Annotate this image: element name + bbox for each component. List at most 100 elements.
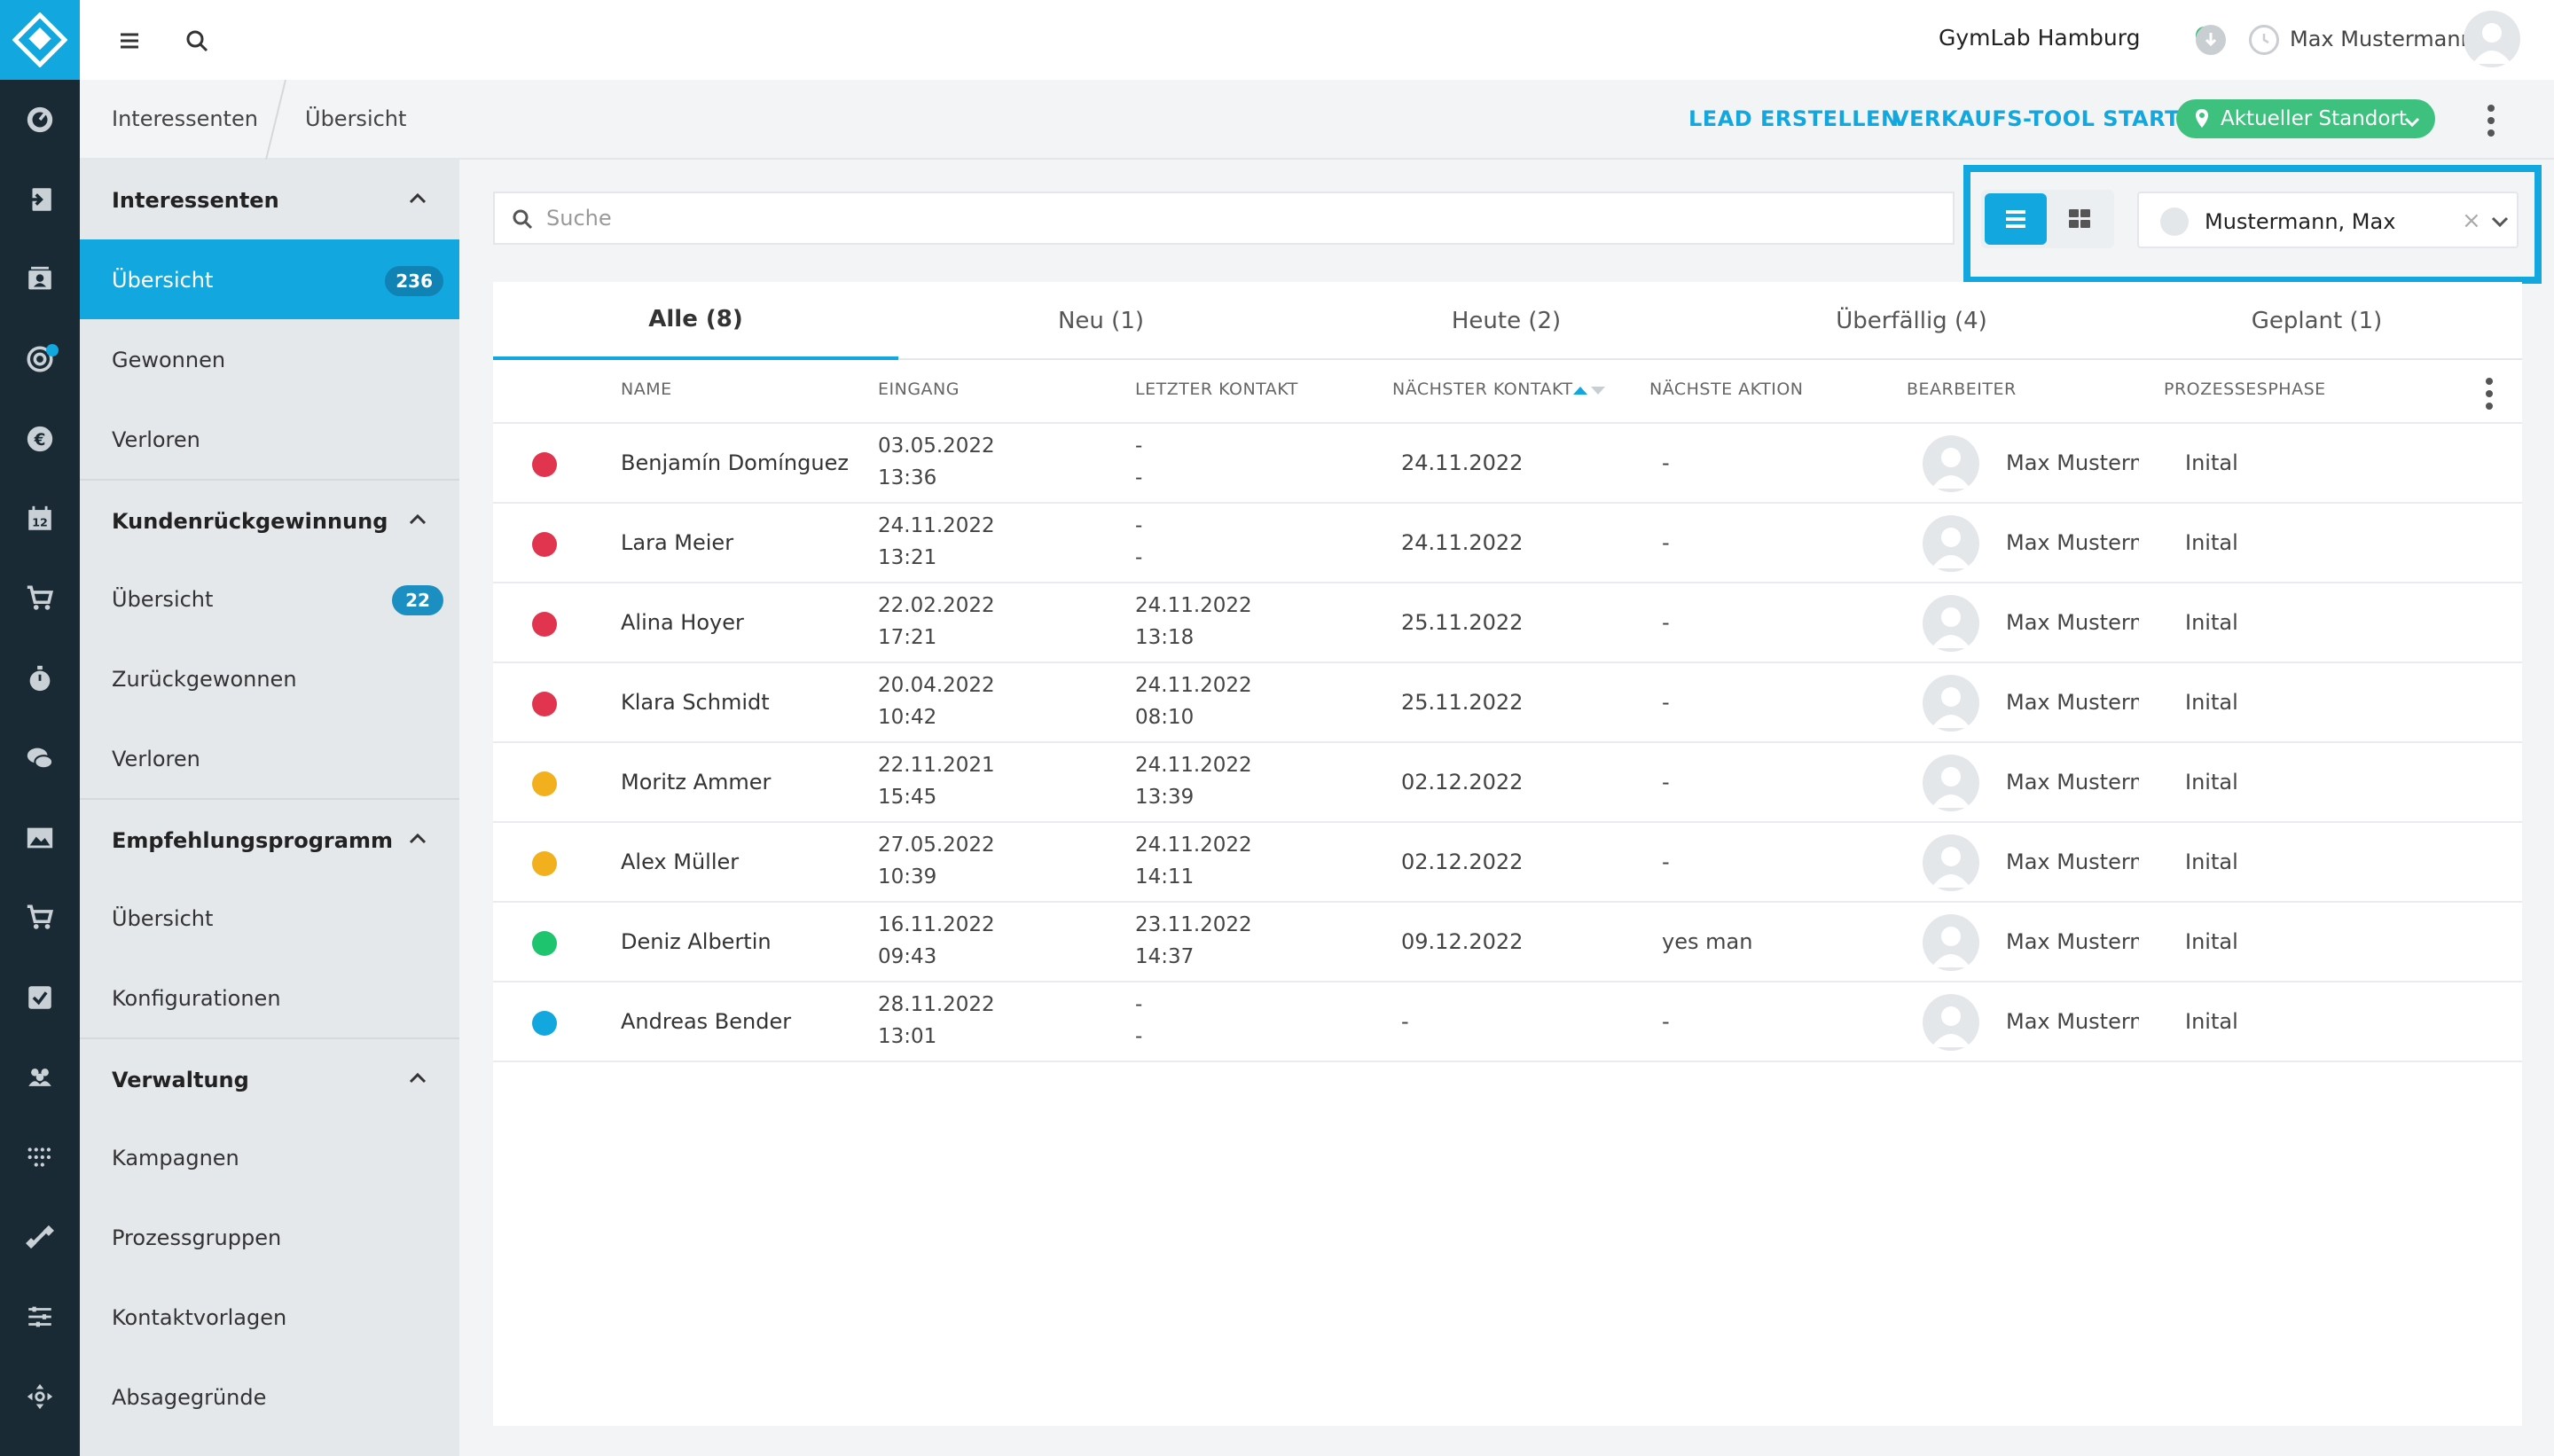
letzter-kontakt-time: 13:39	[1135, 786, 1195, 809]
assignee-avatar	[1923, 675, 1979, 732]
sliders-icon[interactable]	[0, 1277, 80, 1357]
calendar-icon[interactable]: 12	[0, 479, 80, 559]
column-header-eingang[interactable]: EINGANG	[878, 380, 960, 399]
sidebar-item-rueckgewinnung-verloren[interactable]: Verloren	[80, 718, 459, 798]
lead-name[interactable]: Benjamín Domínguez	[621, 450, 849, 475]
table-row[interactable]: Alina Hoyer 22.02.2022 17:21 24.11.2022 13:1…	[493, 583, 2522, 663]
clear-filter-icon[interactable]: ×	[2462, 207, 2481, 234]
clock-icon[interactable]	[2249, 25, 2279, 55]
download-icon[interactable]	[2196, 25, 2226, 55]
naechste-aktion: -	[1662, 849, 1670, 874]
timer-icon[interactable]	[0, 638, 80, 718]
naechste-aktion: -	[1662, 610, 1670, 635]
page-more-icon[interactable]	[2487, 105, 2495, 140]
members-icon[interactable]	[0, 1037, 80, 1117]
chat-icon[interactable]	[0, 718, 80, 798]
image-icon[interactable]	[0, 798, 80, 878]
sidebar-item-zurueckgewonnen[interactable]: Zurückgewonnen	[80, 638, 459, 718]
leads-table-card: Alle (8) Neu (1) Heute (2) Überfällig (4…	[493, 282, 2522, 1426]
letzter-kontakt-date: -	[1135, 514, 1143, 537]
lead-name[interactable]: Deniz Albertin	[621, 929, 772, 954]
lead-name[interactable]: Lara Meier	[621, 530, 733, 555]
start-sales-tool-button[interactable]: VERKAUFS-TOOL STARTEN	[1892, 106, 2213, 131]
lead-name[interactable]: Andreas Bender	[621, 1009, 791, 1034]
dashboard-icon[interactable]	[0, 80, 80, 160]
breadcrumb-interessenten[interactable]: Interessenten	[112, 106, 258, 131]
search-icon[interactable]	[179, 23, 215, 59]
table-row[interactable]: Alex Müller 27.05.2022 10:39 24.11.2022 14:1…	[493, 823, 2522, 903]
eingang-date: 20.04.2022	[878, 674, 995, 697]
sidebar-item-konfigurationen[interactable]: Konfigurationen	[80, 958, 459, 1037]
chevron-down-icon[interactable]	[2490, 215, 2510, 229]
table-row[interactable]: Andreas Bender 28.11.2022 13:01 - - - - Max Mus…	[493, 982, 2522, 1062]
grid-view-button[interactable]	[2049, 193, 2111, 245]
table-row[interactable]: Klara Schmidt 20.04.2022 10:42 24.11.2022 08…	[493, 663, 2522, 743]
tab-alle[interactable]: Alle (8)	[493, 282, 898, 360]
search-box	[493, 192, 1955, 245]
table-row[interactable]: Benjamín Domínguez 03.05.2022 13:36 - - 24.11…	[493, 424, 2522, 504]
lead-name[interactable]: Alina Hoyer	[621, 610, 744, 635]
sidebar-item-verloren[interactable]: Verloren	[80, 399, 459, 479]
sidebar-item-absagegruende[interactable]: Absagegründe	[80, 1357, 459, 1436]
column-header-prozessphase[interactable]: PROZESSESPHASE	[2164, 380, 2326, 399]
sidebar-group-kundenrueckgewinnung[interactable]: Kundenrückgewinnung	[80, 479, 459, 559]
current-location-dropdown[interactable]: Aktueller Standort	[2176, 99, 2435, 138]
sidebar-item-label: Zurückgewonnen	[112, 667, 297, 692]
column-header-name[interactable]: NAME	[621, 380, 672, 399]
lead-name[interactable]: Moritz Ammer	[621, 770, 771, 795]
process-phase: Inital	[2185, 530, 2238, 555]
checkin-icon[interactable]	[0, 160, 80, 239]
table-row[interactable]: Deniz Albertin 16.11.2022 09:43 23.11.2022 1…	[493, 903, 2522, 982]
table-row[interactable]: Moritz Ammer 22.11.2021 15:45 24.11.2022 13:…	[493, 743, 2522, 823]
sort-ascending-icon[interactable]	[1571, 383, 1607, 397]
table-options-icon[interactable]	[2485, 378, 2494, 413]
sidebar-item-empfehlung-uebersicht[interactable]: Übersicht	[80, 878, 459, 958]
sidebar-item-gewonnen[interactable]: Gewonnen	[80, 319, 459, 399]
letzter-kontakt-date: 24.11.2022	[1135, 674, 1252, 697]
sidebar-item-kampagnen[interactable]: Kampagnen	[80, 1117, 459, 1197]
create-lead-button[interactable]: LEAD ERSTELLEN	[1688, 106, 1900, 131]
column-header-letzter-kontakt[interactable]: LETZTER KONTAKT	[1135, 380, 1298, 399]
sidebar-group-interessenten[interactable]: Interessenten	[80, 160, 459, 239]
move-icon[interactable]	[0, 1357, 80, 1436]
tab-ueberfaellig[interactable]: Überfällig (4)	[1709, 282, 2114, 360]
sidebar-item-rueckgewinnung-uebersicht[interactable]: Übersicht 22	[80, 559, 459, 638]
sidebar-group-verwaltung[interactable]: Verwaltung	[80, 1037, 459, 1117]
page-header: Interessenten Übersicht LEAD ERSTELLEN V…	[80, 79, 2554, 160]
naechster-kontakt: 25.11.2022	[1401, 690, 1524, 715]
lead-name[interactable]: Alex Müller	[621, 849, 739, 874]
user-name[interactable]: Max Mustermann	[2290, 27, 2474, 51]
tab-geplant[interactable]: Geplant (1)	[2114, 282, 2519, 360]
process-phase: Inital	[2185, 1009, 2238, 1034]
tab-neu[interactable]: Neu (1)	[898, 282, 1304, 360]
search-input[interactable]	[546, 200, 1930, 236]
shop-icon[interactable]	[0, 878, 80, 958]
naechste-aktion: -	[1662, 450, 1670, 475]
naechste-aktion: -	[1662, 770, 1670, 795]
lead-name[interactable]: Klara Schmidt	[621, 690, 770, 715]
app-logo-icon[interactable]	[0, 0, 80, 80]
sidebar-item-prozessgruppen[interactable]: Prozessgruppen	[80, 1197, 459, 1277]
euro-icon[interactable]: €	[0, 399, 80, 479]
column-header-naechste-aktion[interactable]: NÄCHSTE AKTION	[1649, 380, 1804, 399]
leads-icon[interactable]	[0, 319, 80, 399]
column-header-naechster-kontakt[interactable]: NÄCHSTER KONTAKT	[1392, 380, 1573, 399]
dumbbell-icon[interactable]	[0, 1197, 80, 1277]
assignee-filter-select[interactable]: Mustermann, Max ×	[2137, 192, 2519, 248]
location-name[interactable]: GymLab Hamburg	[1939, 25, 2140, 51]
heatmap-icon[interactable]	[0, 1117, 80, 1197]
table-row[interactable]: Lara Meier 24.11.2022 13:21 - - 24.11.2022 - Ma…	[493, 504, 2522, 583]
hamburger-menu-icon[interactable]	[112, 23, 147, 59]
list-view-button[interactable]	[1985, 193, 2047, 245]
sidebar-item-kontaktvorlagen[interactable]: Kontaktvorlagen	[80, 1277, 459, 1357]
tab-heute[interactable]: Heute (2)	[1304, 282, 1709, 360]
naechste-aktion: -	[1662, 530, 1670, 555]
check-icon[interactable]	[0, 958, 80, 1037]
cart-icon[interactable]	[0, 559, 80, 638]
sidebar-item-interessenten-uebersicht[interactable]: Übersicht 236	[80, 239, 459, 319]
column-header-bearbeiter[interactable]: BEARBEITER	[1907, 380, 2017, 399]
contacts-icon[interactable]	[0, 239, 80, 319]
row-divider	[493, 1061, 2522, 1062]
user-avatar[interactable]	[2464, 11, 2520, 67]
sidebar-group-empfehlungsprogramm[interactable]: Empfehlungsprogramm	[80, 798, 459, 878]
